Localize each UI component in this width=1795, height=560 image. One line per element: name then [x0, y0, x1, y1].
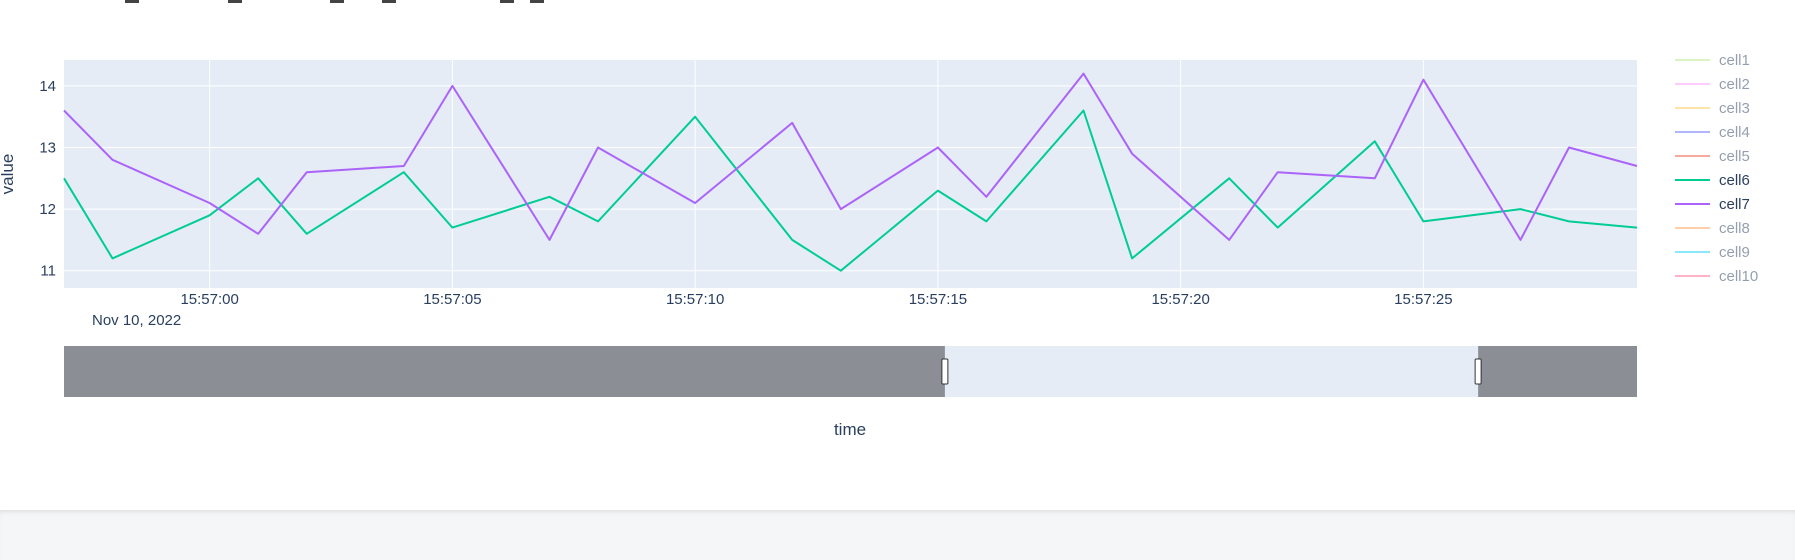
chart-container: 11 12 13 14 15:57:00 15:57:05 15:57:10 15:57:1… — [0, 0, 1795, 510]
legend-item-cell8[interactable]: cell8 — [1675, 220, 1750, 237]
x-axis-ticks: 15:57:00 15:57:05 15:57:10 15:57:15 15:57:20… — [180, 291, 1452, 308]
range-slider-handle-left[interactable] — [941, 358, 949, 385]
range-slider-handle-right[interactable] — [1474, 358, 1482, 385]
legend-label: cell9 — [1719, 244, 1750, 261]
legend-label: cell10 — [1719, 268, 1758, 285]
y-tick-label: 14 — [39, 78, 56, 95]
legend-item-cell6[interactable]: cell6 — [1675, 172, 1750, 189]
range-slider[interactable] — [64, 346, 1637, 397]
legend-label: cell7 — [1719, 196, 1750, 213]
legend-label: cell3 — [1719, 100, 1750, 117]
clipped-title-fragment — [120, 0, 544, 4]
range-slider-mask-right[interactable] — [1478, 346, 1637, 397]
range-slider-mask-left[interactable] — [64, 346, 945, 397]
y-tick-label: 12 — [39, 201, 56, 218]
y-tick-label: 11 — [40, 263, 56, 280]
legend-item-cell4[interactable]: cell4 — [1675, 124, 1750, 141]
page-footer-band — [0, 510, 1795, 560]
x-date-label: Nov 10, 2022 — [92, 312, 181, 329]
x-tick-label: 15:57:05 — [423, 291, 481, 308]
legend-label: cell1 — [1719, 52, 1750, 69]
x-tick-label: 15:57:15 — [909, 291, 967, 308]
legend-item-cell5[interactable]: cell5 — [1675, 148, 1750, 165]
legend[interactable]: cell1 cell2 cell3 cell4 cell5 cell6 cell7 cell8… — [1675, 52, 1758, 285]
legend-label: cell8 — [1719, 220, 1750, 237]
y-axis-ticks: 11 12 13 14 — [39, 78, 56, 280]
y-axis-title: value — [0, 154, 17, 195]
line-chart: 11 12 13 14 15:57:00 15:57:05 15:57:10 15:57:1… — [0, 52, 1758, 439]
legend-item-cell7[interactable]: cell7 — [1675, 196, 1750, 213]
x-tick-label: 15:57:10 — [666, 291, 724, 308]
x-tick-label: 15:57:25 — [1394, 291, 1452, 308]
x-axis-title: time — [834, 420, 866, 439]
y-tick-label: 13 — [39, 140, 56, 157]
x-tick-label: 15:57:00 — [180, 291, 238, 308]
legend-item-cell10[interactable]: cell10 — [1675, 268, 1758, 285]
legend-item-cell3[interactable]: cell3 — [1675, 100, 1750, 117]
legend-item-cell1[interactable]: cell1 — [1675, 52, 1750, 69]
x-tick-label: 15:57:20 — [1151, 291, 1209, 308]
legend-label: cell6 — [1719, 172, 1750, 189]
legend-item-cell2[interactable]: cell2 — [1675, 76, 1750, 93]
plot-area[interactable] — [64, 60, 1637, 288]
legend-label: cell2 — [1719, 76, 1750, 93]
legend-label: cell4 — [1719, 124, 1750, 141]
legend-item-cell9[interactable]: cell9 — [1675, 244, 1750, 261]
legend-label: cell5 — [1719, 148, 1750, 165]
